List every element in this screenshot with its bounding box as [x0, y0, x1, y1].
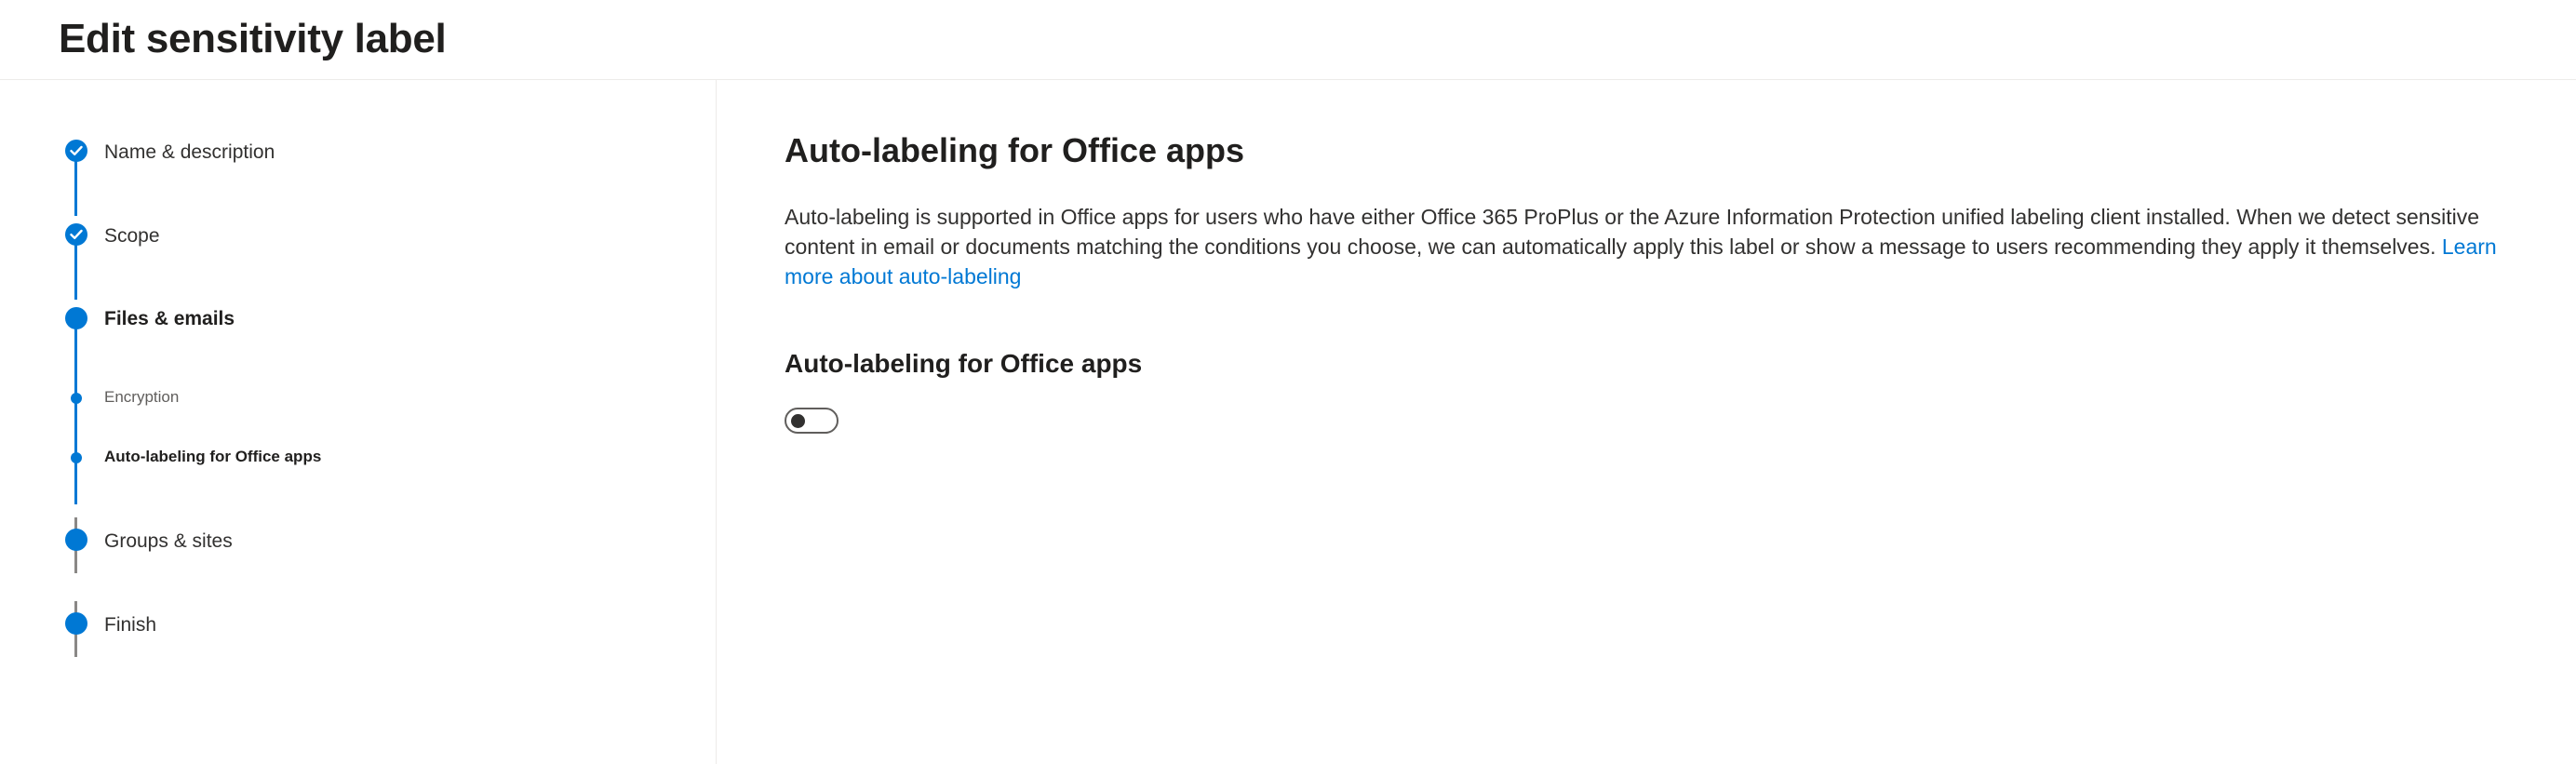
substep-dot-icon [71, 393, 82, 404]
step-label: Groups & sites [104, 530, 233, 552]
step-label: Scope [104, 225, 160, 247]
step-label: Auto-labeling for Office apps [104, 448, 322, 465]
toggle-knob [791, 414, 805, 428]
current-step-icon [65, 307, 87, 329]
wizard-stepper: Name & description Scope Files & emails … [0, 80, 717, 764]
step-connector [74, 244, 77, 300]
checkmark-icon [65, 223, 87, 246]
page-header: Edit sensitivity label [0, 0, 2576, 80]
page: Edit sensitivity label Name & descriptio… [0, 0, 2576, 764]
step-connector [74, 458, 77, 504]
page-title: Edit sensitivity label [59, 16, 447, 61]
step-label: Files & emails [104, 308, 235, 329]
description-body: Auto-labeling is supported in Office app… [785, 205, 2479, 259]
step-label: Finish [104, 614, 157, 636]
main-heading: Auto-labeling for Office apps [785, 131, 1245, 169]
auto-labeling-toggle[interactable] [785, 408, 839, 434]
step-label: Name & description [104, 141, 275, 163]
checkmark-icon [65, 140, 87, 162]
substep-dot-icon [71, 452, 82, 463]
step-circle-icon [65, 612, 87, 635]
step-label: Encryption [104, 388, 180, 406]
description-text: Auto-labeling is supported in Office app… [785, 202, 2497, 291]
step-circle-icon [65, 529, 87, 551]
step-connector [74, 160, 77, 216]
section-heading: Auto-labeling for Office apps [785, 349, 1143, 378]
